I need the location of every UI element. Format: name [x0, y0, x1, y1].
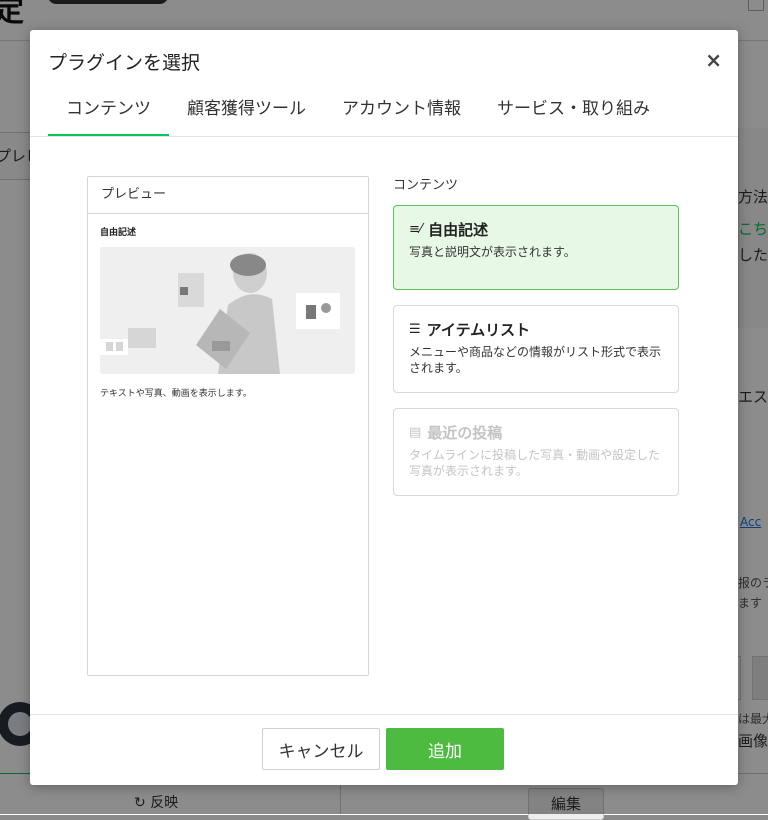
tab-content[interactable]: コンテンツ	[48, 98, 169, 137]
plugin-card-item-list[interactable]: ☰ アイテムリスト メニューや商品などの情報がリスト形式で表示されます。	[393, 305, 679, 393]
cancel-button[interactable]: キャンセル	[262, 728, 380, 770]
modal-title: プラグインを選択	[48, 52, 201, 74]
preview-description: テキストや写真、動画を表示します。	[100, 389, 252, 399]
footer-divider	[30, 714, 738, 715]
preview-item-name: 自由記述	[100, 228, 137, 238]
card-description: メニューや商品などの情報がリスト形式で表示されます。	[409, 345, 662, 375]
plugin-card-recent-posts: ▤ 最近の投稿 タイムラインに投稿した写真・動画や設定した写真が表示されます。	[393, 408, 679, 496]
add-button[interactable]: 追加	[386, 728, 504, 770]
tab-bar: コンテンツ 顧客獲得ツール アカウント情報 サービス・取り組み	[48, 98, 738, 137]
card-title: 自由記述	[428, 221, 489, 239]
plugin-card-free-text[interactable]: ≡⁄ 自由記述 写真と説明文が表示されます。	[393, 205, 679, 290]
plugin-select-modal: プラグインを選択 × コンテンツ 顧客獲得ツール アカウント情報 サービス・取り…	[30, 30, 738, 785]
free-text-icon: ≡⁄	[409, 222, 423, 237]
card-description: 写真と説明文が表示されます。	[409, 245, 576, 259]
item-list-icon: ☰	[409, 322, 421, 337]
section-label: コンテンツ	[393, 178, 459, 193]
preview-illustration	[100, 247, 355, 374]
close-button[interactable]: ×	[705, 50, 722, 70]
card-title-row: ▤ 最近の投稿	[409, 422, 663, 443]
tab-customer-acquisition[interactable]: 顧客獲得ツール	[169, 98, 324, 134]
tab-divider	[30, 136, 738, 137]
card-title-row: ☰ アイテムリスト	[409, 319, 663, 340]
card-title: 最近の投稿	[427, 424, 503, 442]
card-title-row: ≡⁄ 自由記述	[409, 219, 663, 240]
card-description: タイムラインに投稿した写真・動画や設定した写真が表示されます。	[409, 448, 661, 478]
card-title: アイテムリスト	[426, 321, 531, 339]
preview-panel: プレビュー 自由記述 テキストや写真、動画を表示します。	[87, 176, 369, 676]
tab-services[interactable]: サービス・取り組み	[479, 98, 668, 134]
close-icon: ×	[705, 48, 722, 72]
recent-posts-icon: ▤	[409, 425, 422, 440]
preview-header: プレビュー	[88, 177, 368, 214]
illustration-graphic	[100, 247, 355, 374]
tab-account-info[interactable]: アカウント情報	[324, 98, 479, 134]
